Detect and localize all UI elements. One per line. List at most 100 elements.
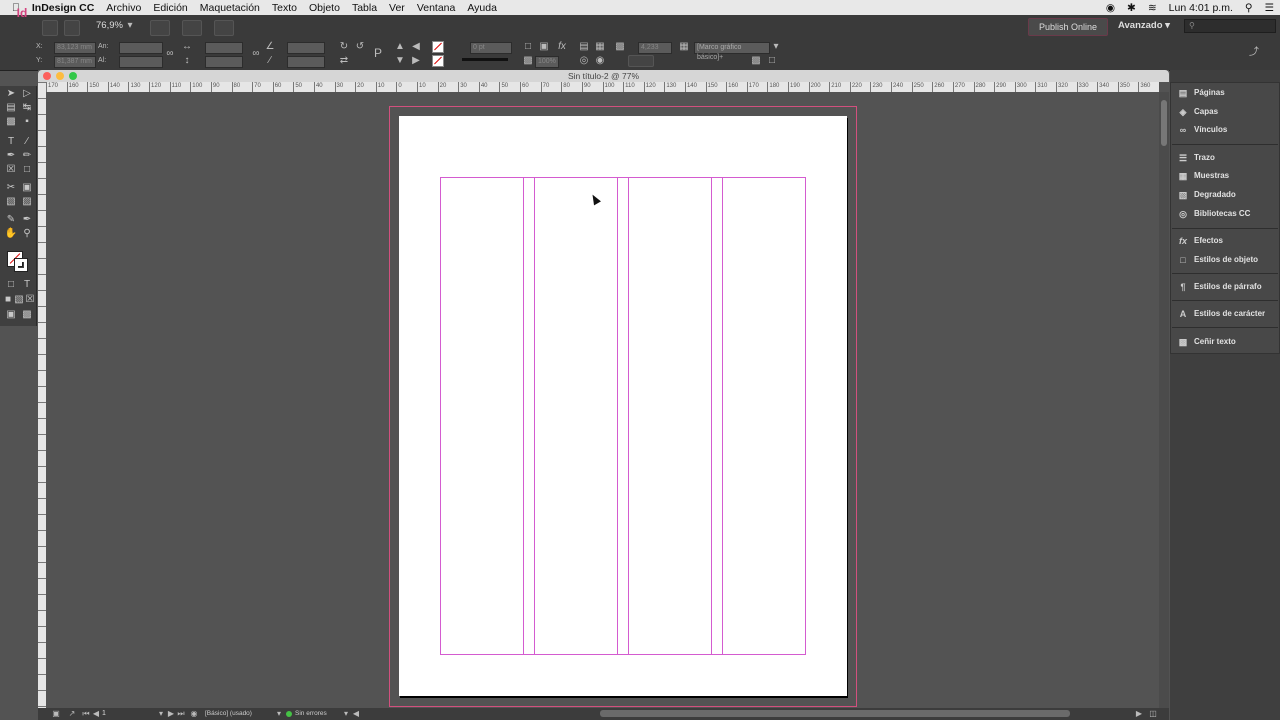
select-container-icon[interactable]: ▲ [394, 41, 406, 53]
fx-icon[interactable]: fx [556, 41, 568, 53]
style-override-icon[interactable]: ▩ [750, 55, 762, 67]
opacity-field[interactable]: 100% [535, 56, 559, 68]
vertical-scroll-thumb[interactable] [1161, 100, 1167, 146]
previous-page-icon[interactable]: ◀ [90, 708, 102, 720]
clear-override-icon[interactable]: □ [766, 55, 778, 67]
eyedropper-tool-icon[interactable]: ✒ [20, 214, 34, 226]
object-style-select[interactable]: [Marco gráfico básico]+ [694, 42, 770, 61]
gap-tool-icon[interactable]: ↹ [20, 102, 34, 114]
distribute-icon[interactable]: ▦ [594, 41, 606, 53]
rotate-field[interactable] [287, 42, 325, 54]
gradient-feather-tool-icon[interactable]: ▨ [20, 196, 34, 208]
panel-efectos[interactable]: fx Efectos [1176, 233, 1276, 249]
formatting-text-icon[interactable]: T [20, 279, 34, 291]
apply-none-icon[interactable]: ☒ [23, 294, 37, 306]
select-next-icon[interactable]: ▶ [410, 55, 422, 67]
flip-horizontal-icon[interactable]: ⇄ [338, 55, 350, 67]
y-field[interactable]: 81,387 mm [54, 56, 96, 68]
mini-bridge-icon[interactable] [64, 20, 80, 36]
stroke-weight-field[interactable]: 0 pt [470, 42, 512, 54]
wifi-icon[interactable]: ≋ [1142, 2, 1163, 14]
scale-y-field[interactable] [205, 56, 243, 68]
bridge-icon[interactable] [42, 20, 58, 36]
minimize-window-icon[interactable] [56, 72, 64, 80]
clock[interactable]: Lun 4:01 p.m. [1163, 2, 1239, 14]
select-content-icon[interactable]: ▼ [394, 55, 406, 67]
fill-swatch[interactable] [432, 41, 444, 53]
scroll-right-icon[interactable]: ▶ [1133, 708, 1145, 720]
scissors-tool-icon[interactable]: ✂ [4, 182, 18, 194]
height-field[interactable] [119, 56, 163, 68]
panel-capas[interactable]: ◈ Capas [1176, 104, 1276, 120]
screen-mode-icon[interactable] [182, 20, 202, 36]
type-tool-icon[interactable]: T [4, 136, 18, 148]
align-columns-icon[interactable]: ▤ [578, 41, 590, 53]
close-window-icon[interactable] [43, 72, 51, 80]
pen-tool-icon[interactable]: ✒ [4, 150, 18, 162]
horizontal-scroll-thumb[interactable] [600, 710, 1070, 717]
content-collector-icon[interactable]: ▩ [4, 116, 18, 128]
stroke-color-icon[interactable] [14, 258, 28, 272]
pencil-tool-icon[interactable]: ✏ [20, 150, 34, 162]
app-name-menu[interactable]: InDesign CC [26, 2, 100, 14]
split-view-icon[interactable]: ◫ [1147, 708, 1159, 720]
x-field[interactable]: 83,123 mm [54, 42, 96, 54]
free-transform-tool-icon[interactable]: ▣ [20, 182, 34, 194]
gap-field[interactable]: 4,233 mm [638, 42, 672, 61]
select-prev-icon[interactable]: ◀ [410, 41, 422, 53]
note-tool-icon[interactable]: ✎ [4, 214, 18, 226]
stroke-swatch[interactable] [432, 55, 444, 67]
publish-online-button[interactable]: Publish Online [1028, 18, 1108, 36]
preflight-icon[interactable]: ▣ [50, 708, 62, 720]
corner-options-icon[interactable]: ▣ [538, 41, 550, 53]
stroke-type-select[interactable] [462, 58, 508, 61]
panel-estilos-de-objeto[interactable]: □ Estilos de objeto [1176, 252, 1276, 268]
zoom-level[interactable]: 76,9% [96, 20, 123, 31]
document-style[interactable]: [Básico] (usado) [205, 710, 252, 717]
formatting-container-icon[interactable]: □ [4, 279, 18, 291]
view-options-icon[interactable] [150, 20, 170, 36]
constrain-scale-icon[interactable]: ∞ [250, 48, 262, 60]
vertical-ruler[interactable] [38, 82, 46, 708]
search-input[interactable]: ⚲ [1184, 19, 1276, 33]
normal-mode-icon[interactable]: ▣ [4, 309, 18, 321]
menu-archivo[interactable]: Archivo [100, 2, 147, 14]
arrange-documents-icon[interactable] [214, 20, 234, 36]
menu-ver[interactable]: Ver [383, 2, 411, 14]
menu-edicion[interactable]: Edición [147, 2, 193, 14]
spotlight-search-icon[interactable]: ⚲ [1239, 2, 1259, 14]
workspace-switcher[interactable]: Avanzado ▾ [1118, 18, 1170, 34]
preview-mode-icon[interactable]: ▩ [20, 309, 34, 321]
menu-objeto[interactable]: Objeto [303, 2, 346, 14]
panel-degradado[interactable]: ▧ Degradado [1176, 187, 1276, 203]
vertical-scrollbar[interactable] [1159, 92, 1169, 708]
auto-fit-icon[interactable]: ▩ [614, 41, 626, 53]
rectangle-tool-icon[interactable]: □ [20, 164, 34, 176]
drop-shadow-icon[interactable]: □ [522, 41, 534, 53]
preflight-status[interactable]: Sin errores [295, 710, 327, 717]
horizontal-ruler[interactable]: 170 160 150 140 130 120 110 100 90 80 70 60 50 40 30 20… [46, 82, 1159, 92]
text-wrap-select[interactable] [628, 55, 654, 67]
zoom-tool-icon[interactable]: ⚲ [20, 228, 34, 240]
line-tool-icon[interactable]: ∕ [20, 136, 34, 148]
scale-x-field[interactable] [205, 42, 243, 54]
open-page-icon[interactable]: ↗ [66, 708, 78, 720]
chevron-down-icon[interactable]: ▾ [273, 708, 285, 720]
rectangle-frame-tool-icon[interactable]: ☒ [4, 164, 18, 176]
content-placer-icon[interactable]: ▪ [20, 116, 34, 128]
panel-muestras[interactable]: ▦ Muestras [1176, 168, 1276, 184]
direct-selection-tool-icon[interactable]: ▷ [20, 88, 34, 100]
fit-frame-icon[interactable]: ◎ [578, 55, 590, 67]
notification-center-icon[interactable]: ☰ [1259, 2, 1280, 14]
rotate-ccw-icon[interactable]: ↺ [354, 41, 366, 53]
panel-trazo[interactable]: ☰ Trazo [1176, 150, 1276, 166]
scroll-left-icon[interactable]: ◀ [350, 708, 362, 720]
constrain-proportions-icon[interactable]: ∞ [164, 48, 176, 60]
chevron-down-icon[interactable]: ▾ [124, 20, 136, 32]
panel-estilos-de-caracter[interactable]: A Estilos de carácter [1176, 306, 1276, 322]
document-page[interactable] [399, 116, 847, 696]
shear-field[interactable] [287, 56, 325, 68]
page-number-field[interactable]: 1 [102, 710, 106, 717]
panel-cenir-texto[interactable]: ▩ Ceñir texto [1176, 334, 1276, 350]
lightning-icon[interactable]: ⤴ [1248, 47, 1260, 59]
